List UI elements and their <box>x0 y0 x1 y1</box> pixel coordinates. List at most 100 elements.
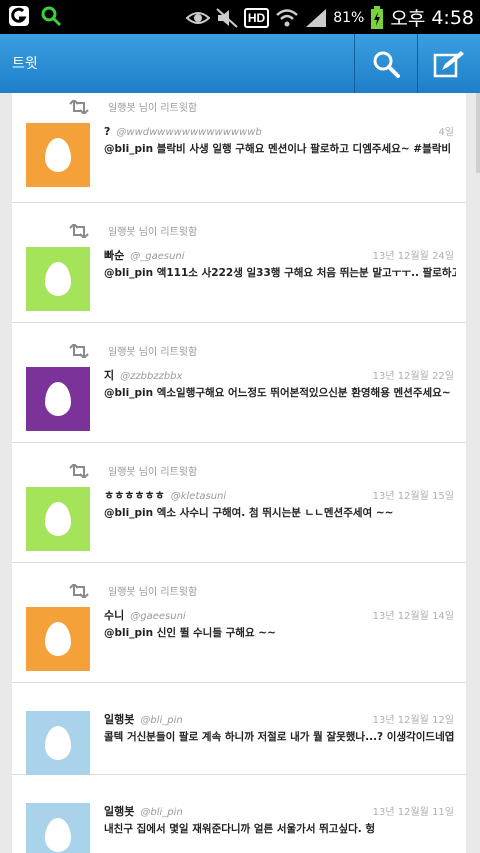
tweet-item[interactable]: 일행봇 님이 리트윗함수니 @gaeesuni 13년 12월월 14일 @bli_p… <box>12 563 466 683</box>
signal-icon <box>306 8 327 27</box>
user-handle[interactable]: @_gaesuni <box>130 251 184 262</box>
retweet-label: 일행봇 님이 리트윗함 <box>108 347 198 358</box>
tweet-time: 13년 12월월 22일 <box>372 371 454 382</box>
tweet-time: 13년 12월월 14일 <box>372 611 454 622</box>
user-handle[interactable]: @gaeesuni <box>130 611 185 622</box>
eye-icon <box>185 11 210 24</box>
tweet-text: @bli_pin 엑소 사수니 구해여. 첨 뛰시는분 ㄴㄴ멘션주세여 ~~ <box>104 505 456 520</box>
clock: 4:58 <box>431 6 474 29</box>
user-name[interactable]: ㅎㅎㅎㅎㅎㅎ <box>104 487 165 503</box>
user-handle[interactable]: @wwdwwwwwwwwwwwwwb <box>116 127 261 138</box>
tweet-text: @bli_pin 엑소일행구해요 어느정도 뛰어본적있으신분 환영해용 멘션주세… <box>104 385 456 400</box>
avatar[interactable] <box>26 803 90 853</box>
default-egg-avatar-icon <box>45 502 71 536</box>
wifi-icon <box>276 8 299 26</box>
status-right-icons: HD 81% 오후 4:58 <box>185 4 474 31</box>
default-egg-avatar-icon <box>45 262 71 296</box>
retweet-icon <box>69 463 89 478</box>
tweet-text: @bli_pin 블락비 사생 일행 구해요 멘션이나 팔로하고 디엠주세요~ … <box>104 141 456 156</box>
compose-button[interactable] <box>417 34 480 93</box>
retweet-icon <box>69 343 89 358</box>
tweet-header: ㅎㅎㅎㅎㅎㅎ @kletasuni 13년 12월월 15일 <box>104 487 454 503</box>
status-left-icons <box>8 5 62 27</box>
avatar[interactable] <box>26 711 90 775</box>
tweet-body: 내친구 집에서 몇일 재워준다니까 얼른 서울가서 뛰고싶다. 헝 <box>104 823 376 835</box>
page-title: 트윗 <box>12 56 38 72</box>
default-egg-avatar-icon <box>45 818 71 852</box>
tweet-body: 신인 뛸 수니들 구해요 ~~ <box>153 627 276 639</box>
tweet-time: 4일 <box>438 127 454 138</box>
default-egg-avatar-icon <box>45 726 71 760</box>
retweet-label: 일행봇 님이 리트윗함 <box>108 467 198 478</box>
tweet-body: 블락비 사생 일행 구해요 멘션이나 팔로하고 디엠주세요~ #블락비 <box>153 143 452 155</box>
user-name[interactable]: 지 <box>104 367 114 383</box>
compose-icon <box>433 50 464 77</box>
user-name[interactable]: 빠순 <box>104 247 124 263</box>
tweet-time: 13년 12월월 11일 <box>372 807 454 818</box>
clock-period: 오후 <box>390 8 426 30</box>
tweet-item[interactable]: 일행봇 님이 리트윗함지 @zzbbzzbbx 13년 12월월 22일 @bli_p… <box>12 323 466 443</box>
user-name[interactable]: 일행봇 <box>104 803 134 819</box>
tweet-text: 내친구 집에서 몇일 재워준다니까 얼른 서울가서 뛰고싶다. 헝 <box>104 821 456 836</box>
app-bar: 트윗 <box>0 34 480 93</box>
user-handle[interactable]: @bli_pin <box>140 807 182 818</box>
tweet-item[interactable]: 일행봇 님이 리트윗함 ㅎㅎㅎㅎㅎㅎ @kletasuni 13년 12월월 15일 @… <box>12 443 466 563</box>
tweet-item[interactable]: 일행봇 @bli_pin 13년 12월월 12일콜텍 거신분들이 팔로 계속 하니… <box>12 683 466 775</box>
status-bar: HD 81% 오후 4:58 <box>0 0 480 34</box>
user-name[interactable]: ? <box>104 125 110 138</box>
avatar[interactable] <box>26 367 90 431</box>
timeline-list[interactable]: 일행봇 님이 리트윗함? @wwdwwwwwwwwwwwwwb 4일 @bli_pin… <box>12 93 466 853</box>
retweet-icon <box>69 99 89 114</box>
app-g-icon <box>9 6 29 26</box>
tweet-header: 일행봇 @bli_pin 13년 12월월 11일 <box>104 803 454 819</box>
tweet-body: 콜텍 거신분들이 팔로 계속 하니까 저절로 내가 뭘 잘못했나...? 이생각… <box>104 731 456 743</box>
tweet-time: 13년 12월월 12일 <box>372 715 454 726</box>
retweet-label: 일행봇 님이 리트윗함 <box>108 227 198 238</box>
default-egg-avatar-icon <box>45 138 71 172</box>
user-name[interactable]: 수니 <box>104 607 124 623</box>
mute-icon <box>216 7 238 28</box>
hd-badge: HD <box>243 7 270 28</box>
avatar[interactable] <box>26 487 90 551</box>
retweet-label: 일행봇 님이 리트윗함 <box>108 103 198 114</box>
user-handle[interactable]: @bli_pin <box>140 715 182 726</box>
tweet-item[interactable]: 일행봇 님이 리트윗함? @wwdwwwwwwwwwwwwwb 4일 @bli_pin… <box>12 93 466 203</box>
tweet-body: 엑소 사수니 구해여. 첨 뛰시는분 ㄴㄴ멘션주세여 ~~ <box>153 507 394 519</box>
tweet-item[interactable]: 일행봇 @bli_pin 13년 12월월 11일내친구 집에서 몇일 재워준다니까… <box>12 775 466 853</box>
tweet-text: @bli_pin 신인 뛸 수니들 구해요 ~~ <box>104 625 456 640</box>
tweet-mention[interactable]: @bli_pin <box>104 387 153 399</box>
retweet-icon <box>69 583 89 598</box>
tweet-time: 13년 12월월 15일 <box>372 491 454 502</box>
tweet-mention[interactable]: @bli_pin <box>104 143 153 155</box>
tweet-mention[interactable]: @bli_pin <box>104 267 153 279</box>
search-icon <box>373 51 400 78</box>
avatar[interactable] <box>26 247 90 311</box>
default-egg-avatar-icon <box>45 622 71 656</box>
tweet-text: @bli_pin 액111소 사222생 일33행 구해요 처음 뛰는분 말고ㅜ… <box>104 265 456 280</box>
scrollbar[interactable] <box>476 93 480 173</box>
tweet-mention[interactable]: @bli_pin <box>104 627 153 639</box>
user-handle[interactable]: @kletasuni <box>171 491 226 502</box>
tweet-header: 지 @zzbbzzbbx 13년 12월월 22일 <box>104 367 454 383</box>
battery-charging-icon <box>371 5 384 29</box>
tweet-header: 빠순 @_gaesuni 13년 12월월 24일 <box>104 247 454 263</box>
tweet-body: 액111소 사222생 일33행 구해요 처음 뛰는분 말고ㅜㅜ.. 팔로하고 … <box>156 267 456 279</box>
search-button[interactable] <box>354 34 417 93</box>
avatar[interactable] <box>26 607 90 671</box>
search-status-icon <box>41 6 62 27</box>
tweet-item[interactable]: 일행봇 님이 리트윗함 빠순 @_gaesuni 13년 12월월 24일 @bli_p… <box>12 203 466 323</box>
tweet-mention[interactable]: @bli_pin <box>104 507 153 519</box>
retweet-row: 일행봇 님이 리트윗함 <box>68 343 197 358</box>
user-handle[interactable]: @zzbbzzbbx <box>120 371 182 382</box>
tweet-body: 엑소일행구해요 어느정도 뛰어본적있으신분 환영해용 멘션주세요~ <box>153 387 451 399</box>
avatar[interactable] <box>26 123 90 187</box>
tweet-header: 수니 @gaeesuni 13년 12월월 14일 <box>104 607 454 623</box>
tweet-header: 일행봇 @bli_pin 13년 12월월 12일 <box>104 711 454 727</box>
tweet-text: 콜텍 거신분들이 팔로 계속 하니까 저절로 내가 뭘 잘못했나...? 이생각… <box>104 729 456 744</box>
tweet-header: ? @wwdwwwwwwwwwwwwwb 4일 <box>104 123 454 138</box>
retweet-icon <box>69 223 89 238</box>
user-name[interactable]: 일행봇 <box>104 711 134 727</box>
retweet-row: 일행봇 님이 리트윗함 <box>68 583 197 598</box>
retweet-row: 일행봇 님이 리트윗함 <box>68 223 197 238</box>
retweet-row: 일행봇 님이 리트윗함 <box>68 463 197 478</box>
